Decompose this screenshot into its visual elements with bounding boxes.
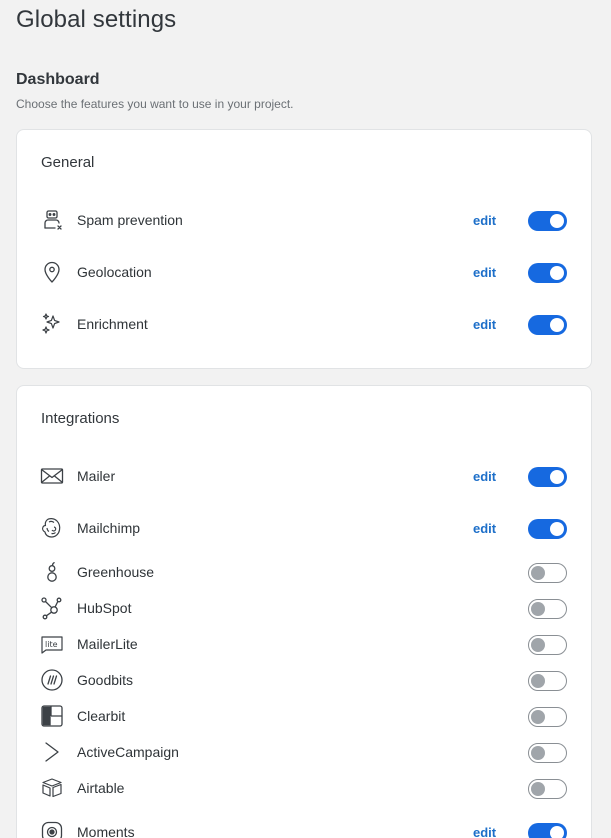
integration-label: Moments bbox=[77, 824, 135, 838]
moments-icon bbox=[40, 820, 64, 838]
geolocation-toggle[interactable] bbox=[528, 263, 567, 283]
integrations-card-title: Integrations bbox=[41, 410, 120, 427]
airtable-icon bbox=[40, 776, 64, 800]
integrations-card: Integrations Mailer edit Mailchimp edit … bbox=[16, 385, 592, 838]
toggle-knob bbox=[531, 601, 545, 616]
moments-toggle[interactable] bbox=[528, 823, 567, 838]
integration-row-mailerlite: lite MailerLite bbox=[17, 630, 591, 658]
spam-prevention-toggle[interactable] bbox=[528, 211, 567, 231]
integration-label: Clearbit bbox=[77, 708, 126, 724]
feature-row-enrichment: Enrichment edit bbox=[17, 310, 591, 338]
edit-link[interactable]: edit bbox=[473, 213, 496, 228]
toggle-knob bbox=[550, 522, 564, 536]
map-pin-icon bbox=[40, 260, 64, 284]
edit-link[interactable]: edit bbox=[473, 521, 496, 536]
integration-label: Goodbits bbox=[77, 672, 134, 688]
activecampaign-icon bbox=[40, 740, 64, 764]
integration-row-clearbit: Clearbit bbox=[17, 702, 591, 730]
svg-text:lite: lite bbox=[45, 640, 58, 649]
hubspot-toggle[interactable] bbox=[528, 599, 567, 619]
toggle-knob bbox=[531, 745, 545, 760]
goodbits-icon bbox=[40, 668, 64, 692]
integration-row-goodbits: Goodbits bbox=[17, 666, 591, 694]
feature-row-geolocation: Geolocation edit bbox=[17, 258, 591, 286]
integration-row-airtable: Airtable bbox=[17, 774, 591, 802]
integration-label: Mailer bbox=[77, 468, 116, 484]
greenhouse-toggle[interactable] bbox=[528, 563, 567, 583]
section-title: Dashboard bbox=[16, 71, 100, 88]
feature-label: Spam prevention bbox=[77, 212, 183, 228]
integration-label: ActiveCampaign bbox=[77, 744, 179, 760]
integration-label: Mailchimp bbox=[77, 520, 141, 536]
integration-label: Airtable bbox=[77, 780, 125, 796]
mailerlite-icon: lite bbox=[40, 632, 64, 656]
toggle-knob bbox=[531, 781, 545, 796]
hubspot-icon bbox=[40, 596, 64, 620]
page-title: Global settings bbox=[16, 6, 177, 33]
integration-row-activecampaign: ActiveCampaign bbox=[17, 738, 591, 766]
integration-label: HubSpot bbox=[77, 600, 132, 616]
goodbits-toggle[interactable] bbox=[528, 671, 567, 691]
feature-row-spam-prevention: Spam prevention edit bbox=[17, 206, 591, 234]
toggle-knob bbox=[550, 214, 564, 228]
envelope-icon bbox=[40, 464, 64, 488]
mailer-toggle[interactable] bbox=[528, 467, 567, 487]
integration-row-mailer: Mailer edit bbox=[17, 462, 591, 490]
integration-label: MailerLite bbox=[77, 636, 138, 652]
robot-icon bbox=[40, 208, 64, 232]
toggle-knob bbox=[531, 565, 545, 580]
toggle-knob bbox=[550, 826, 564, 838]
section-description: Choose the features you want to use in y… bbox=[16, 97, 294, 111]
general-card-title: General bbox=[41, 154, 95, 171]
toggle-knob bbox=[550, 318, 564, 332]
toggle-knob bbox=[531, 637, 545, 652]
general-card: General Spam prevention edit Geolocation… bbox=[16, 129, 592, 369]
integration-row-greenhouse: Greenhouse bbox=[17, 558, 591, 586]
toggle-knob bbox=[550, 470, 564, 484]
edit-link[interactable]: edit bbox=[473, 469, 496, 484]
greenhouse-icon bbox=[40, 560, 64, 584]
clearbit-toggle[interactable] bbox=[528, 707, 567, 727]
integration-row-hubspot: HubSpot bbox=[17, 594, 591, 622]
mailchimp-icon bbox=[40, 516, 64, 540]
integration-row-moments: Moments edit bbox=[17, 818, 591, 838]
integration-row-mailchimp: Mailchimp edit bbox=[17, 514, 591, 542]
activecampaign-toggle[interactable] bbox=[528, 743, 567, 763]
sparkles-icon bbox=[40, 312, 64, 336]
edit-link[interactable]: edit bbox=[473, 265, 496, 280]
edit-link[interactable]: edit bbox=[473, 317, 496, 332]
integration-label: Greenhouse bbox=[77, 564, 155, 580]
feature-label: Enrichment bbox=[77, 316, 148, 332]
enrichment-toggle[interactable] bbox=[528, 315, 567, 335]
toggle-knob bbox=[550, 266, 564, 280]
clearbit-icon bbox=[40, 704, 64, 728]
mailchimp-toggle[interactable] bbox=[528, 519, 567, 539]
feature-label: Geolocation bbox=[77, 264, 152, 280]
edit-link[interactable]: edit bbox=[473, 825, 496, 838]
toggle-knob bbox=[531, 673, 545, 688]
airtable-toggle[interactable] bbox=[528, 779, 567, 799]
toggle-knob bbox=[531, 709, 545, 724]
mailerlite-toggle[interactable] bbox=[528, 635, 567, 655]
